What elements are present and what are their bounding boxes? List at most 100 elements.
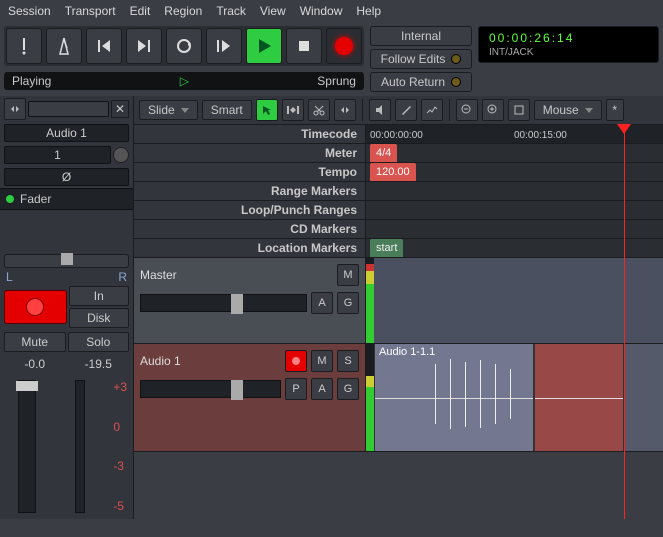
mute-button[interactable]: Mute xyxy=(4,332,66,352)
meter-marker[interactable]: 4/4 xyxy=(370,144,397,162)
ruler-meter[interactable]: 4/4 xyxy=(366,144,663,162)
solo-button[interactable]: S xyxy=(337,350,359,372)
processor-box[interactable]: Fader xyxy=(0,188,133,210)
stretch-tool[interactable] xyxy=(334,99,356,121)
automation-button[interactable]: A xyxy=(311,378,333,400)
menubar: Session Transport Edit Region Track View… xyxy=(0,0,663,22)
strip-width-toggle[interactable] xyxy=(4,98,26,120)
track-name[interactable]: Master xyxy=(140,268,333,282)
rec-enable-button[interactable] xyxy=(4,290,67,324)
location-marker-start[interactable]: start xyxy=(370,239,403,257)
ruler-loop[interactable] xyxy=(366,201,663,219)
stop-button[interactable] xyxy=(286,28,322,64)
midi-panic-button[interactable] xyxy=(6,28,42,64)
cut-tool[interactable] xyxy=(308,99,330,121)
gain-display-l[interactable]: -0.0 xyxy=(4,356,66,372)
track-name-field[interactable]: Audio 1 xyxy=(4,124,129,142)
tc-mark-0: 00:00:00:00 xyxy=(370,126,423,143)
rulers: Timecode 00:00:00:00 00:00:15:00 Meter4/… xyxy=(134,125,663,258)
record-button[interactable] xyxy=(326,28,362,64)
menu-transport[interactable]: Transport xyxy=(65,4,116,18)
track-meter xyxy=(366,258,374,343)
strip-color[interactable] xyxy=(28,101,109,117)
ruler-range[interactable] xyxy=(366,182,663,200)
playhead[interactable] xyxy=(624,125,625,519)
loop-button[interactable] xyxy=(166,28,202,64)
goto-end-button[interactable] xyxy=(126,28,162,64)
fader-cap[interactable] xyxy=(231,380,243,400)
shuttle-mode: Sprung xyxy=(317,74,356,88)
track-fader[interactable] xyxy=(140,294,307,312)
mute-button[interactable]: M xyxy=(337,264,359,286)
follow-edits-toggle[interactable]: Follow Edits xyxy=(370,49,472,69)
input-trim-knob[interactable] xyxy=(113,147,129,163)
audio-region[interactable]: Audio 1-1.1 xyxy=(374,344,534,451)
automation-button[interactable]: A xyxy=(311,292,333,314)
menu-session[interactable]: Session xyxy=(8,4,51,18)
input-selector[interactable]: 1 xyxy=(4,146,111,164)
fader-cap[interactable] xyxy=(16,381,38,391)
edit-mode-selector[interactable]: Slide xyxy=(139,100,198,120)
led-icon xyxy=(451,54,461,64)
led-icon xyxy=(451,77,461,87)
track-lane-audio1[interactable]: Audio 1-1.1 xyxy=(374,344,663,451)
menu-help[interactable]: Help xyxy=(356,4,381,18)
metronome-button[interactable] xyxy=(46,28,82,64)
main-area: ✕ Audio 1 1 Ø Fader LR In Disk Mute Solo… xyxy=(0,96,663,519)
ruler-cd[interactable] xyxy=(366,220,663,238)
track-canvas: Master M A G xyxy=(134,258,663,519)
goto-start-button[interactable] xyxy=(86,28,122,64)
menu-region[interactable]: Region xyxy=(164,4,202,18)
ruler-location[interactable]: start xyxy=(366,239,663,257)
fader-cap[interactable] xyxy=(231,294,243,314)
edit-tool[interactable] xyxy=(421,99,443,121)
tempo-marker[interactable]: 120.00 xyxy=(370,163,416,181)
track-fader[interactable] xyxy=(140,380,281,398)
zoom-fit-button[interactable] xyxy=(508,99,530,121)
polarity-button[interactable]: Ø xyxy=(4,168,129,186)
track-audio1: Audio 1 M S P A G xyxy=(134,344,663,452)
solo-button[interactable]: Solo xyxy=(68,332,130,352)
smart-mode-button[interactable]: Smart xyxy=(202,100,252,120)
primary-clock[interactable]: 00:00:26:14 INT/JACK xyxy=(478,26,659,63)
playlist-button[interactable]: P xyxy=(285,378,307,400)
menu-edit[interactable]: Edit xyxy=(130,4,151,18)
monitor-input-button[interactable]: In xyxy=(69,286,130,306)
gain-display-r[interactable]: -19.5 xyxy=(68,356,130,372)
recording-region[interactable] xyxy=(534,344,624,451)
pan-slider[interactable] xyxy=(4,254,129,269)
pan-handle[interactable] xyxy=(61,253,73,265)
auto-return-toggle[interactable]: Auto Return xyxy=(370,72,472,92)
fader-label: Fader xyxy=(20,192,51,206)
menu-view[interactable]: View xyxy=(260,4,286,18)
fader-track[interactable] xyxy=(18,380,36,513)
menu-window[interactable]: Window xyxy=(300,4,343,18)
group-button[interactable]: G xyxy=(337,292,359,314)
object-tool[interactable] xyxy=(256,99,278,121)
mute-button[interactable]: M xyxy=(311,350,333,372)
hide-strip-button[interactable]: ✕ xyxy=(111,100,129,118)
play-range-button[interactable] xyxy=(206,28,242,64)
sync-source-button[interactable]: Internal xyxy=(370,26,472,46)
play-button[interactable] xyxy=(246,28,282,64)
audition-tool[interactable] xyxy=(369,99,391,121)
track-lane-master[interactable] xyxy=(374,258,663,343)
editor-toolbar: Slide Smart Mouse * xyxy=(134,96,663,125)
pan-left-label: L xyxy=(6,270,13,284)
draw-tool[interactable] xyxy=(395,99,417,121)
menu-track[interactable]: Track xyxy=(216,4,246,18)
toolbar-extra[interactable]: * xyxy=(606,99,624,121)
rec-enable-button[interactable] xyxy=(285,350,307,372)
meter-scale: +3 0 -3 -5 xyxy=(113,380,127,513)
zoom-out-button[interactable] xyxy=(456,99,478,121)
clock-time: 00:00:26:14 xyxy=(489,31,648,45)
zoom-in-button[interactable] xyxy=(482,99,504,121)
monitor-disk-button[interactable]: Disk xyxy=(69,308,130,328)
group-button[interactable]: G xyxy=(337,378,359,400)
track-meter xyxy=(366,344,374,451)
editor: Slide Smart Mouse * Timecode 00:00:00:00 xyxy=(134,96,663,519)
range-tool[interactable] xyxy=(282,99,304,121)
zoom-focus-selector[interactable]: Mouse xyxy=(534,100,602,120)
track-name[interactable]: Audio 1 xyxy=(140,354,281,368)
ruler-tempo[interactable]: 120.00 xyxy=(366,163,663,181)
